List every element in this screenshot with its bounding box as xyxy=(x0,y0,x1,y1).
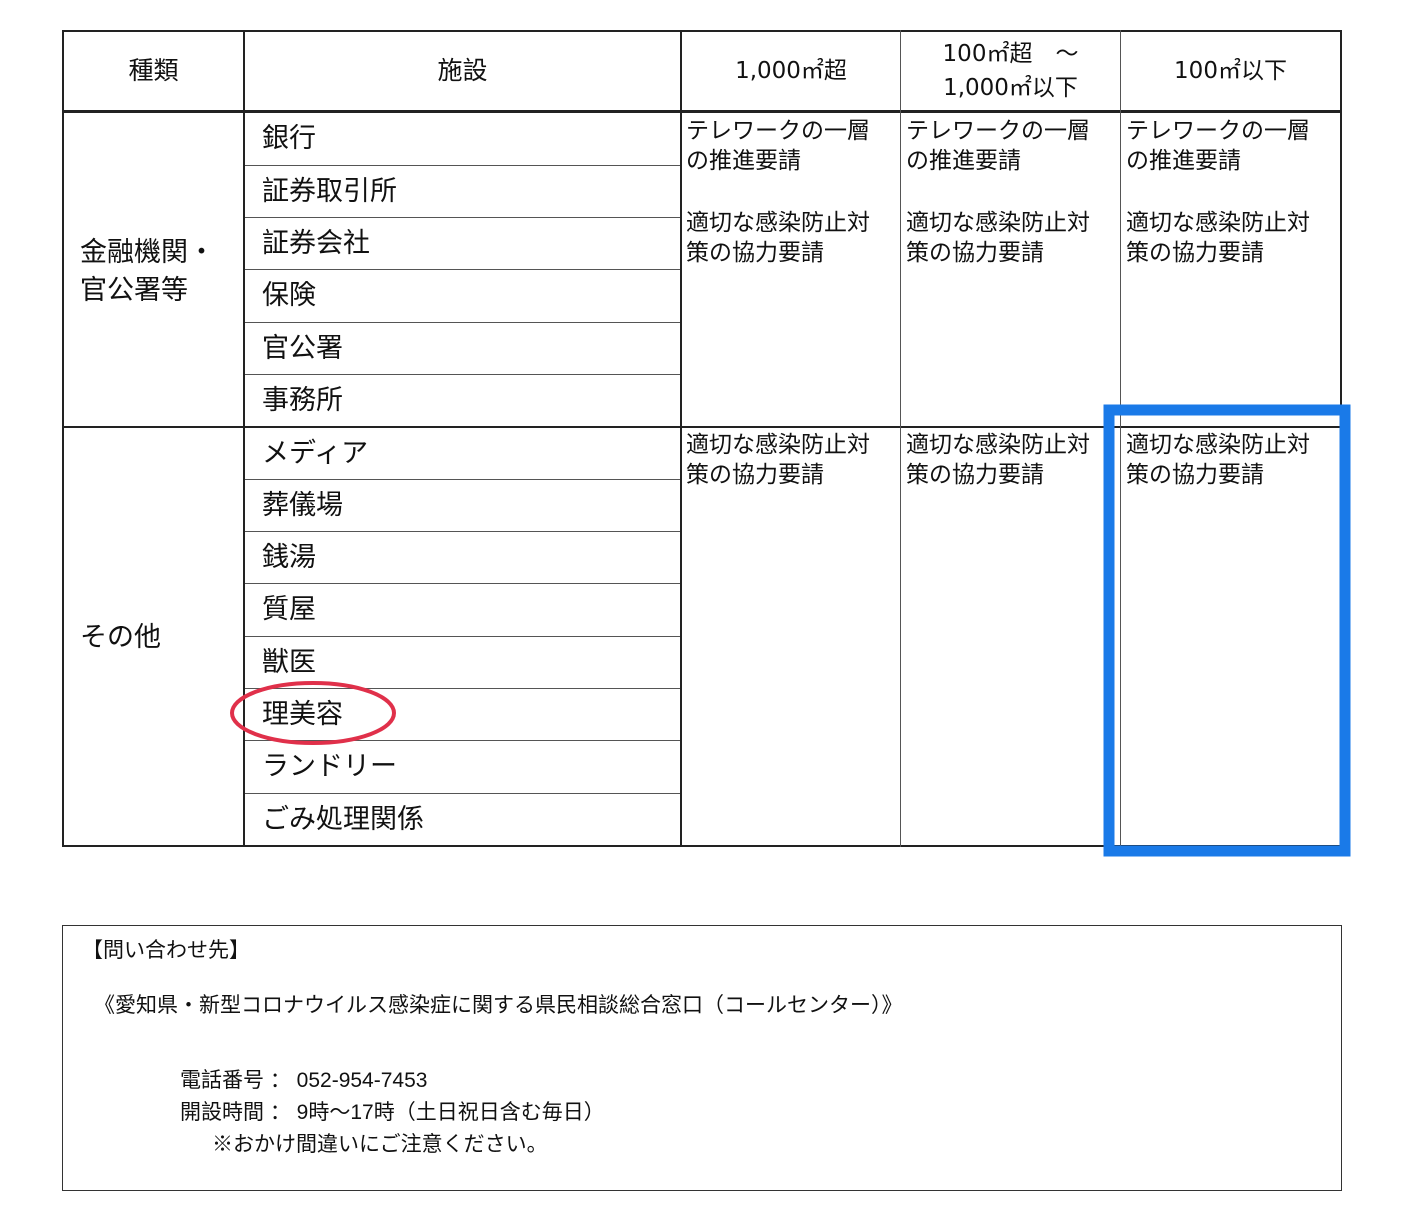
blue-box-highlight xyxy=(1103,404,1351,857)
hours-label: 開設時間 xyxy=(180,1101,264,1124)
phone-label: 電話番号 xyxy=(180,1069,264,1092)
contact-title: 【問い合わせ先】 xyxy=(82,939,250,962)
phone-number: 052-954-7453 xyxy=(296,1069,428,1092)
red-circle-highlight xyxy=(230,681,396,745)
hours-value: 9時～17時（土日祝日含む毎日） xyxy=(296,1101,605,1124)
contact-phone-row: 電話番号 ： 052-954-7453 xyxy=(180,1065,427,1097)
phone-separator: ： xyxy=(264,1069,297,1092)
contact-hours-row: 開設時間 ： 9時～17時（土日祝日含む毎日） xyxy=(180,1097,605,1129)
contact-office-name: 《愛知県・新型コロナウイルス感染症に関する県民相談総合窓口（コールセンター）》 xyxy=(94,994,903,1017)
hours-separator: ： xyxy=(264,1101,297,1124)
contact-note: ※おかけ間違いにご注意ください。 xyxy=(212,1133,548,1156)
